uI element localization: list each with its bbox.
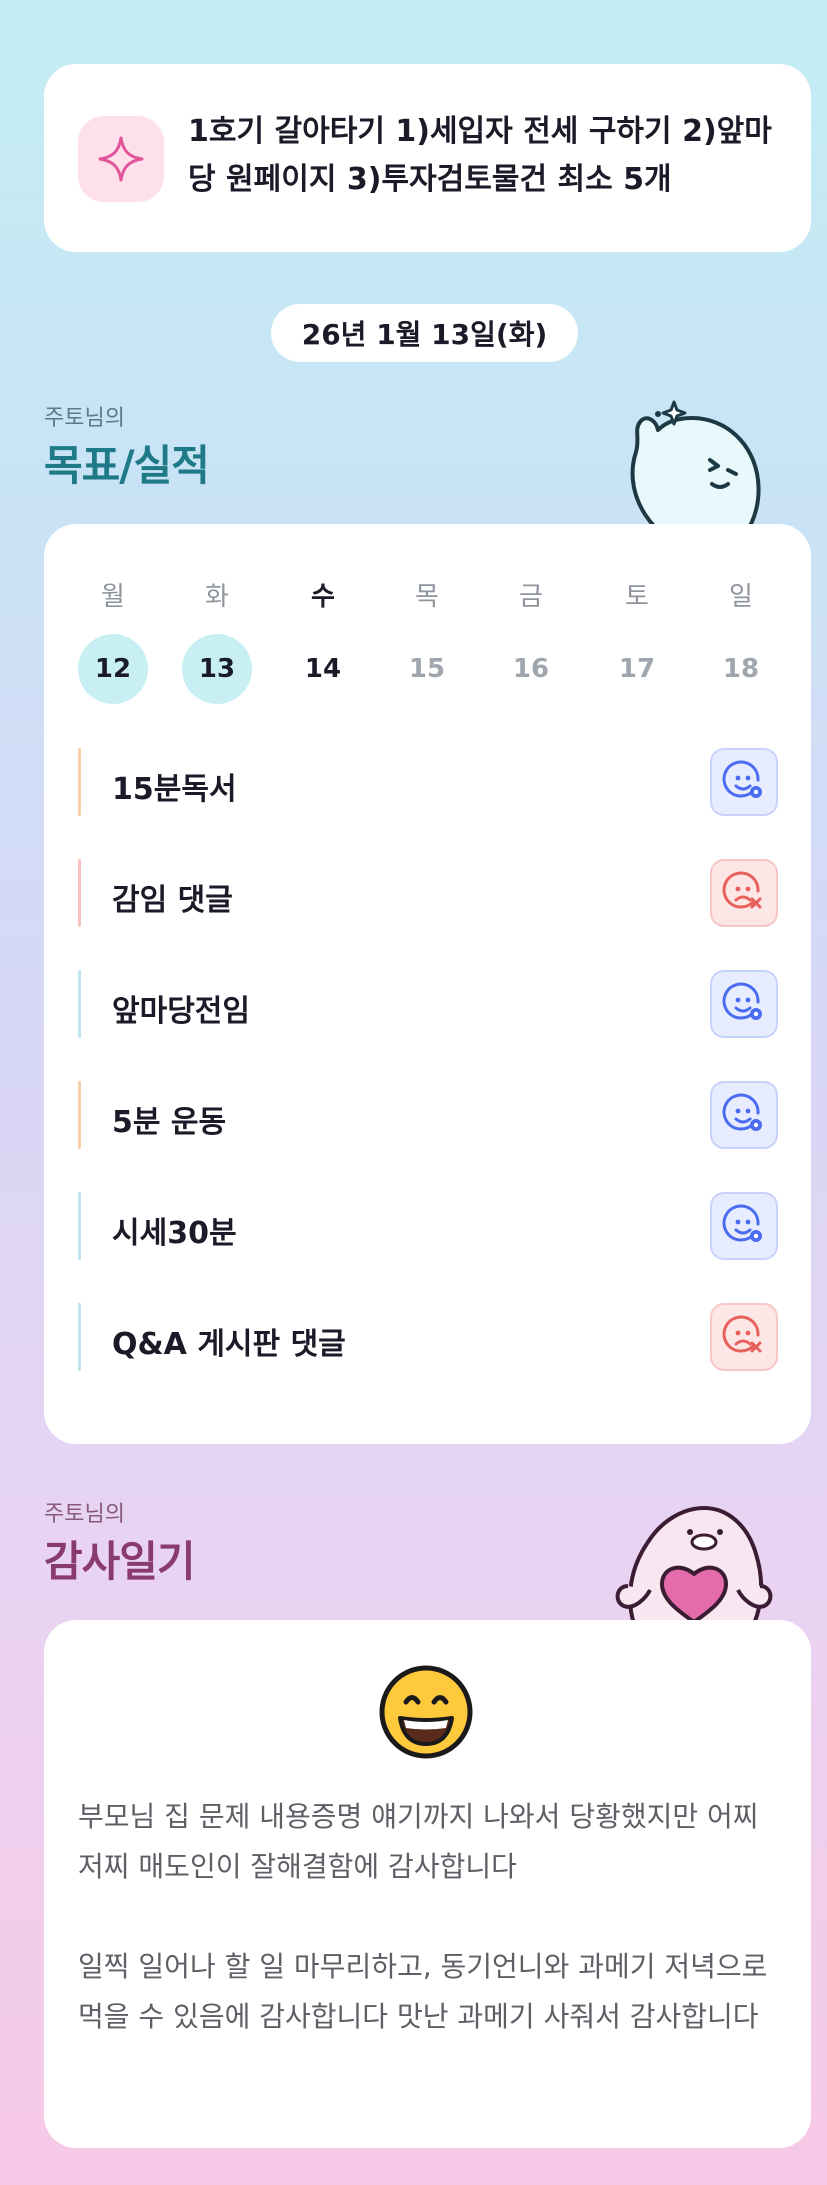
goal-text: 1호기 갈아타기 1)세입자 전세 구하기 2)앞마당 원페이지 3)투자검토물… <box>188 114 772 197</box>
sad-face-x-icon[interactable] <box>710 1303 778 1371</box>
diary-owner-label: 주토님의 <box>44 1502 125 1527</box>
task-accent-bar <box>78 859 81 927</box>
task-accent-bar <box>78 1192 81 1260</box>
happy-face-check-icon[interactable] <box>710 970 778 1038</box>
goal-banner[interactable]: 1호기 갈아타기 1)세입자 전세 구하기 2)앞마당 원페이지 3)투자검토물… <box>44 64 811 252</box>
happy-face-check-icon[interactable] <box>710 1081 778 1149</box>
goals-card: 월 12 화 13 수 14 목 15 금 16 토 17 일 18 15분독서감임 댓글앞마당전임 5분 … <box>44 524 811 1444</box>
task-label: 앞마당전임 <box>112 994 250 1029</box>
day-number[interactable]: 15 <box>392 634 462 704</box>
date-label: 26년 1월 13일(화) <box>271 304 578 362</box>
task-row[interactable]: 15분독서 <box>78 748 778 816</box>
task-row[interactable]: 시세30분 <box>78 1192 778 1260</box>
day-number[interactable]: 18 <box>706 634 776 704</box>
happy-face-check-icon[interactable] <box>710 748 778 816</box>
task-accent-bar <box>78 1303 81 1371</box>
happy-face-check-icon[interactable] <box>710 1192 778 1260</box>
day-label: 화 <box>205 582 229 612</box>
diary-entry: 일찍 일어나 할 일 마무리하고, 동기언니와 과메기 저녁으로 먹을 수 있음… <box>78 1950 768 2033</box>
mascot-waving-illustration <box>630 400 761 526</box>
day-label: 토 <box>625 582 649 612</box>
task-label: Q&A 게시판 댓글 <box>112 1327 346 1362</box>
task-row[interactable]: 5분 운동 <box>78 1081 778 1149</box>
mascot-heart-illustration <box>615 1506 773 1624</box>
diary-entry: 부모님 집 문제 내용증명 얘기까지 나와서 당황했지만 어찌저찌 매도인이 잘… <box>78 1800 759 1883</box>
grinning-face-icon <box>378 1664 474 1764</box>
sparkle-icon <box>78 116 164 202</box>
task-label: 15분독서 <box>112 772 237 807</box>
day-label: 수 <box>311 582 335 612</box>
day-number[interactable]: 14 <box>288 634 358 704</box>
diary-card: 부모님 집 문제 내용증명 얘기까지 나와서 당황했지만 어찌저찌 매도인이 잘… <box>44 1620 811 2148</box>
day-label: 목 <box>415 582 439 612</box>
task-label: 감임 댓글 <box>112 883 233 918</box>
day-label: 금 <box>519 582 543 612</box>
day-number[interactable]: 16 <box>496 634 566 704</box>
goals-owner-label: 주토님의 <box>44 406 125 431</box>
task-label: 5분 운동 <box>112 1105 227 1140</box>
diary-section-title: 감사일기 <box>44 1537 196 1586</box>
task-accent-bar <box>78 970 81 1038</box>
task-row[interactable]: 앞마당전임 <box>78 970 778 1038</box>
task-label: 시세30분 <box>112 1216 237 1251</box>
goals-section-title: 목표/실적 <box>44 441 210 490</box>
sad-face-x-icon[interactable] <box>710 859 778 927</box>
day-number[interactable]: 13 <box>182 634 252 704</box>
day-number[interactable]: 17 <box>602 634 672 704</box>
task-accent-bar <box>78 748 81 816</box>
task-row[interactable]: 감임 댓글 <box>78 859 778 927</box>
task-row[interactable]: Q&A 게시판 댓글 <box>78 1303 778 1371</box>
day-label: 일 <box>729 582 753 612</box>
day-label: 월 <box>101 582 125 612</box>
day-number[interactable]: 12 <box>78 634 148 704</box>
task-accent-bar <box>78 1081 81 1149</box>
